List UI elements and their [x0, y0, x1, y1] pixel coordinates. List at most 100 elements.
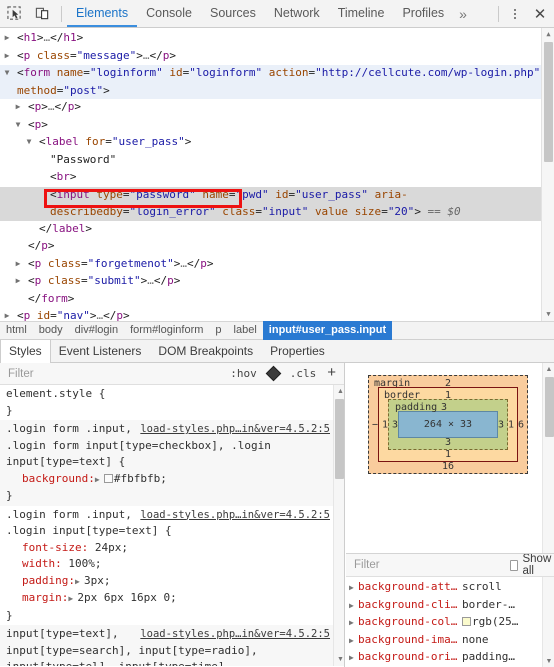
css-source-link[interactable]: load-styles.php…in&ver=4.5.2:5: [140, 626, 330, 643]
dom-node[interactable]: ▶"Password": [0, 152, 554, 170]
css-property-name[interactable]: background:: [6, 472, 95, 485]
breadcrumb-item-6[interactable]: input#user_pass.input: [262, 321, 393, 340]
box-model-padding[interactable]: padding 3 3 3 3 264 × 33: [388, 399, 508, 450]
show-all-checkbox[interactable]: [510, 559, 519, 571]
chevron-right-icon[interactable]: ▶: [5, 30, 17, 47]
dom-node[interactable]: ▶<input type="password" name="pwd" id="u…: [0, 186, 554, 221]
css-property-value[interactable]: 2px 6px 16px 0;: [77, 591, 176, 604]
cls-toggle[interactable]: .cls: [284, 367, 323, 380]
close-icon[interactable]: ✕: [526, 0, 554, 27]
breadcrumb-item-2[interactable]: div#login: [69, 321, 124, 340]
css-property-value[interactable]: 24px;: [95, 541, 128, 554]
show-all-toggle[interactable]: Show all: [510, 554, 554, 577]
css-declaration[interactable]: padding:▶ 3px;: [6, 573, 330, 591]
diamond-icon[interactable]: [265, 365, 282, 382]
computed-property-row[interactable]: ▶ background-att… scroll: [346, 579, 554, 597]
dom-tree-panel[interactable]: ▶ <h1>…</h1> ▶ <p class="message">…</p> ▼ <fo…: [0, 28, 554, 321]
css-rule[interactable]: element.style {}: [0, 385, 344, 420]
chevron-down-icon[interactable]: ▼: [27, 134, 39, 151]
box-padding-bottom[interactable]: 3: [389, 437, 507, 448]
css-rule[interactable]: load-styles.php…in&ver=4.5.2:5 .login for…: [0, 420, 344, 506]
css-selector[interactable]: element.style {: [6, 387, 105, 400]
tab-properties[interactable]: Properties: [262, 340, 334, 362]
css-source-link[interactable]: load-styles.php…in&ver=4.5.2:5: [140, 421, 330, 438]
dom-node[interactable]: ▶</form>: [0, 291, 554, 309]
chevron-right-icon[interactable]: ▶: [349, 633, 358, 650]
css-property-value[interactable]: 100%;: [68, 557, 101, 570]
box-scroll-thumb[interactable]: [545, 377, 554, 437]
box-padding-top[interactable]: 3: [389, 402, 507, 413]
tab-timeline[interactable]: Timeline: [329, 0, 394, 27]
chevron-right-icon[interactable]: ▶: [349, 650, 358, 667]
dom-node[interactable]: ▶ <p>…</p>: [0, 99, 554, 117]
chevron-right-icon[interactable]: ▶: [68, 591, 77, 608]
chevron-right-icon[interactable]: ▶: [75, 574, 84, 591]
tab-elements[interactable]: Elements: [67, 0, 138, 27]
tab-styles[interactable]: Styles: [0, 340, 51, 363]
computed-property-row[interactable]: ▶ background-ori… padding…: [346, 649, 554, 667]
css-property-value[interactable]: 3px;: [84, 574, 111, 587]
css-declaration[interactable]: width: 100%;: [6, 556, 330, 573]
styles-scroll-up-icon[interactable]: ▲: [334, 385, 344, 398]
box-scroll-up-icon[interactable]: ▲: [543, 363, 554, 376]
hov-toggle[interactable]: :hov: [224, 367, 263, 380]
box-border-right[interactable]: 1: [508, 419, 514, 430]
tab-profiles[interactable]: Profiles: [393, 0, 453, 27]
computed-property-row[interactable]: ▶ background-ima… none: [346, 632, 554, 650]
scroll-up-icon[interactable]: ▲: [542, 28, 554, 41]
chevron-right-icon[interactable]: ▶: [16, 256, 28, 273]
dom-node[interactable]: ▶</p>: [0, 238, 554, 256]
chevron-down-icon[interactable]: ▼: [16, 117, 28, 134]
tab-dom-breakpoints[interactable]: DOM Breakpoints: [150, 340, 262, 362]
tab-network[interactable]: Network: [265, 0, 329, 27]
add-rule-button[interactable]: +: [322, 364, 341, 381]
breadcrumb-item-5[interactable]: label: [228, 321, 263, 340]
breadcrumb-item-0[interactable]: html: [0, 321, 33, 340]
css-property-name[interactable]: width:: [6, 557, 62, 570]
computed-scrollbar[interactable]: ▼: [542, 577, 554, 667]
css-declaration[interactable]: font-size: 24px;: [6, 540, 330, 557]
dom-node[interactable]: ▶ <h1>…</h1>: [0, 30, 554, 48]
box-margin-bottom[interactable]: 16: [369, 461, 527, 472]
dom-node[interactable]: ▶<br>: [0, 169, 554, 187]
css-property-name[interactable]: margin:: [6, 591, 68, 604]
box-model-diagram[interactable]: margin 2 − 6 16 border 1 1 1 1 padding 3…: [368, 375, 528, 537]
breadcrumb-item-1[interactable]: body: [33, 321, 69, 340]
css-rules-list[interactable]: element.style {} load-styles.php…in&ver=4…: [0, 385, 344, 666]
css-property-value[interactable]: #fbfbfb;: [114, 472, 167, 485]
chevron-right-icon[interactable]: ▶: [349, 580, 358, 597]
chevron-right-icon[interactable]: ▶: [5, 308, 17, 321]
dom-node[interactable]: ▶ <p class="forgetmenot">…</p>: [0, 256, 554, 274]
breadcrumb-item-4[interactable]: p: [209, 321, 227, 340]
css-declaration[interactable]: margin:▶ 2px 6px 16px 0;: [6, 590, 330, 608]
css-declaration[interactable]: background:▶ #fbfbfb;: [6, 471, 330, 489]
color-swatch[interactable]: [103, 473, 113, 483]
computed-property-row[interactable]: ▶ background-cli… border-…: [346, 597, 554, 615]
css-rule[interactable]: load-styles.php…in&ver=4.5.2:5 input[type…: [0, 625, 344, 666]
styles-filter-input[interactable]: [6, 366, 225, 381]
dom-scroll-thumb[interactable]: [544, 42, 553, 162]
css-source-link[interactable]: load-styles.php…in&ver=4.5.2:5: [140, 507, 330, 524]
box-padding-right[interactable]: 3: [498, 419, 504, 430]
dom-node[interactable]: ▼ <form name="loginform" id="loginform" a…: [0, 65, 554, 99]
css-property-name[interactable]: padding:: [6, 574, 75, 587]
css-rule[interactable]: load-styles.php…in&ver=4.5.2:5 .login for…: [0, 506, 344, 626]
dom-scrollbar[interactable]: ▲ ▼: [541, 28, 554, 321]
styles-scroll-down-icon[interactable]: ▼: [334, 653, 344, 666]
scroll-down-icon[interactable]: ▼: [542, 308, 554, 321]
tab-event-listeners[interactable]: Event Listeners: [51, 340, 151, 362]
box-model-border[interactable]: border 1 1 1 1 padding 3 3 3 3 264 × 33: [378, 387, 518, 462]
styles-scroll-thumb[interactable]: [335, 399, 344, 479]
dom-node[interactable]: ▶</label>: [0, 221, 554, 239]
box-padding-left[interactable]: 3: [392, 419, 398, 430]
breadcrumb-item-3[interactable]: form#loginform: [124, 321, 209, 340]
dom-node[interactable]: ▶ <p class="submit">…</p>: [0, 273, 554, 291]
css-property-name[interactable]: font-size:: [6, 541, 88, 554]
dom-node[interactable]: ▶ <p class="message">…</p>: [0, 48, 554, 66]
chevron-right-icon[interactable]: ▶: [95, 472, 104, 489]
kebab-menu-icon[interactable]: [504, 0, 526, 27]
more-tabs-icon[interactable]: »: [453, 0, 473, 27]
box-margin-right[interactable]: 6: [518, 419, 524, 430]
dom-node[interactable]: ▶ <p id="nav">…</p>: [0, 308, 554, 321]
box-model-margin[interactable]: margin 2 − 6 16 border 1 1 1 1 padding 3…: [368, 375, 528, 474]
